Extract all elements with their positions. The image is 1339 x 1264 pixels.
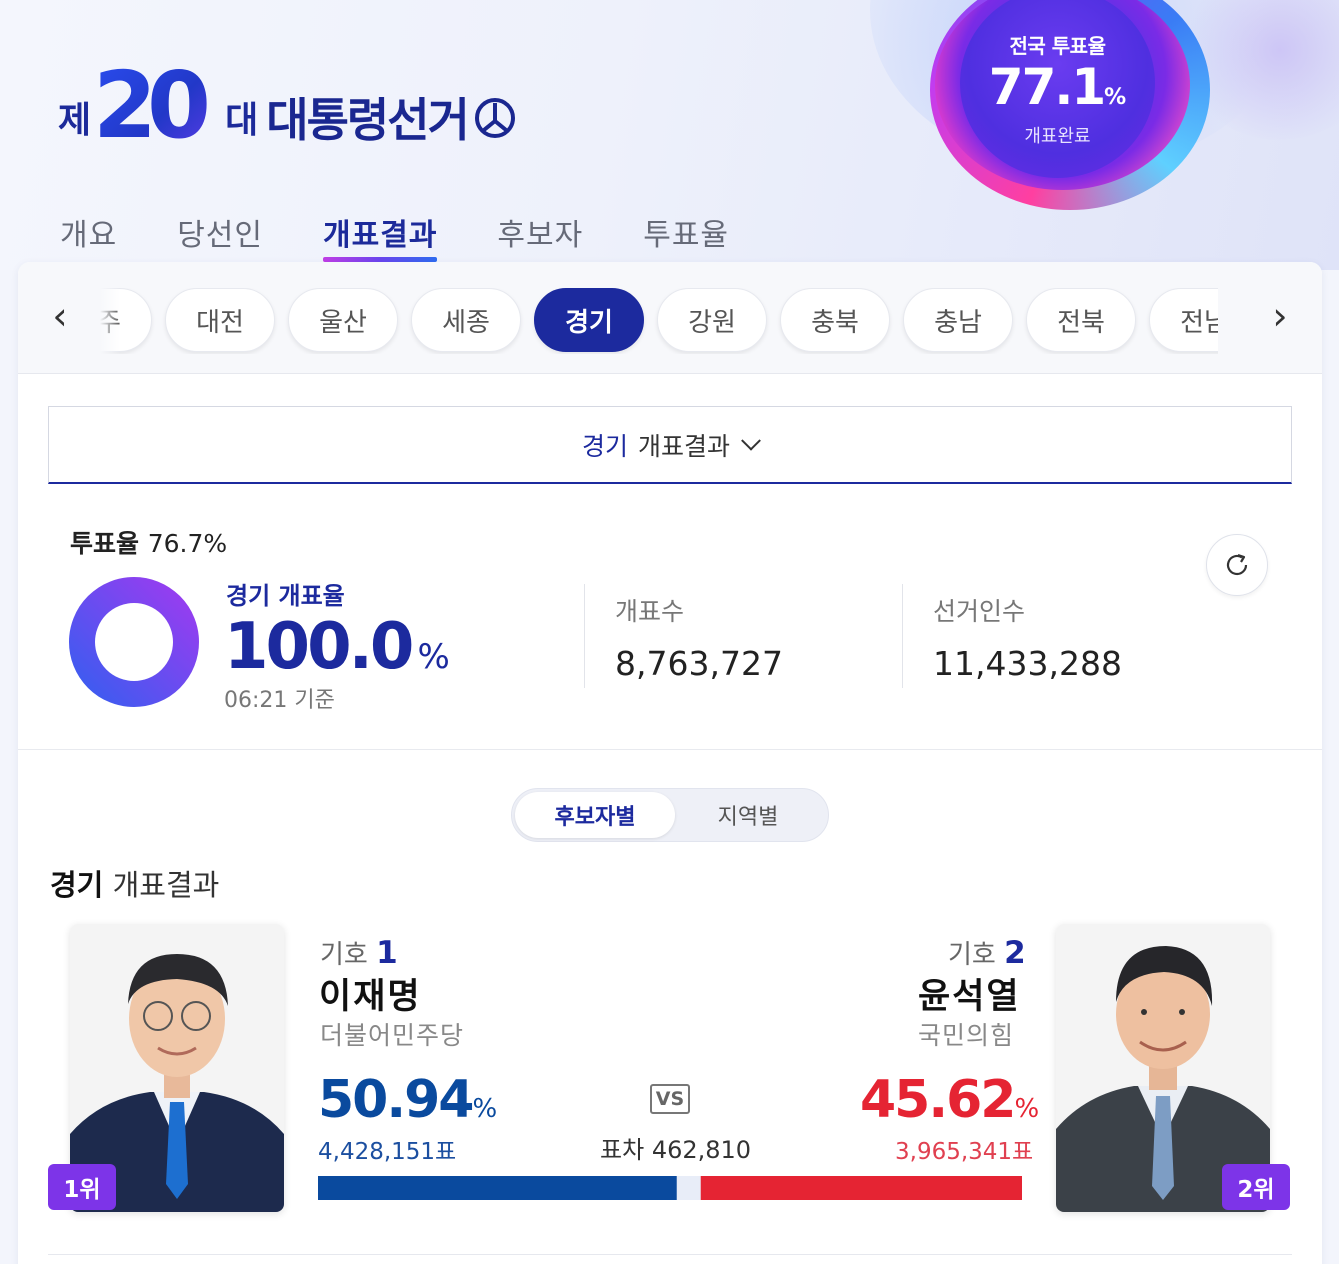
candidate-2-name: 윤석열 bbox=[918, 977, 1021, 1017]
chevron-right-icon[interactable]: › bbox=[1260, 297, 1300, 338]
divider bbox=[902, 584, 903, 688]
electorate-value: 11,433,288 bbox=[933, 644, 1122, 683]
region-chip[interactable]: 울산 bbox=[288, 288, 398, 352]
candidate-1-party: 더불어민주당 bbox=[320, 1021, 465, 1050]
section-divider bbox=[18, 749, 1322, 750]
view-toggle: 후보자별 지역별 bbox=[511, 788, 829, 842]
vote-share-bar bbox=[318, 1176, 1022, 1200]
region-results-dropdown[interactable]: 경기 개표결과 bbox=[48, 406, 1292, 484]
tab-overview[interactable]: 개요 bbox=[60, 210, 117, 262]
candidate-1-votes: 4,428,151표 bbox=[318, 1139, 457, 1165]
region-chip-list: 광주 대전 울산 세종 경기 강원 충북 충남 전북 전남 bbox=[100, 288, 1218, 354]
tab-results[interactable]: 개표결과 bbox=[323, 210, 438, 262]
refresh-icon bbox=[1226, 553, 1248, 576]
count-rate-value: 100.0% bbox=[224, 610, 450, 684]
tab-candidates[interactable]: 후보자 bbox=[497, 210, 583, 262]
counted-label: 개표수 bbox=[615, 597, 685, 626]
svg-text:20: 20 bbox=[93, 59, 207, 145]
logo-prefix: 제 bbox=[58, 100, 92, 141]
tab-turnout[interactable]: 투표율 bbox=[643, 210, 729, 262]
chevron-left-icon[interactable]: ‹ bbox=[40, 297, 80, 338]
refresh-button[interactable] bbox=[1206, 534, 1268, 596]
candidate-2-number: 기호 2 bbox=[948, 935, 1026, 971]
national-turnout-value: 77.1% bbox=[988, 58, 1127, 116]
region-chip[interactable]: 전북 bbox=[1026, 288, 1136, 352]
candidate-2-party: 국민의힘 bbox=[918, 1021, 1015, 1050]
results-heading: 경기 개표결과 bbox=[50, 868, 220, 902]
region-chip-active[interactable]: 경기 bbox=[534, 288, 644, 352]
chevron-down-icon bbox=[741, 430, 761, 451]
rank-badge: 1위 bbox=[48, 1164, 116, 1210]
toggle-by-region[interactable]: 지역별 bbox=[668, 792, 828, 838]
candidate-1-number: 기호 1 bbox=[320, 935, 398, 971]
chip-fade bbox=[100, 288, 120, 354]
count-progress-donut bbox=[69, 577, 199, 707]
divider bbox=[584, 584, 585, 688]
vote-share-bar-candidate-1 bbox=[318, 1176, 677, 1200]
region-chip[interactable]: 대전 bbox=[165, 288, 275, 352]
rank-badge: 2위 bbox=[1222, 1164, 1290, 1210]
region-selector-bar: ‹ 광주 대전 울산 세종 경기 강원 충북 충남 전북 전남 › bbox=[18, 262, 1322, 374]
vote-share-bar-candidate-2 bbox=[700, 1176, 1022, 1200]
region-chip[interactable]: 전남 bbox=[1149, 288, 1218, 352]
count-timestamp: 06:21 기준 bbox=[224, 688, 335, 713]
region-chip[interactable]: 충북 bbox=[780, 288, 890, 352]
logo-number: 20 bbox=[93, 59, 223, 145]
region-chip[interactable]: 세종 bbox=[411, 288, 521, 352]
national-turnout: 전국 투표율 77.1% 개표완료 bbox=[960, 30, 1155, 148]
candidate-1-percent: 50.94% bbox=[318, 1070, 498, 1130]
count-rate-title: 경기 개표율 bbox=[226, 582, 345, 610]
vote-margin: 표차 462,810 bbox=[600, 1136, 752, 1164]
main-tabs: 개요 당선인 개표결과 후보자 투표율 bbox=[60, 210, 789, 262]
electorate-label: 선거인수 bbox=[933, 597, 1026, 626]
counted-value: 8,763,727 bbox=[615, 644, 783, 683]
vs-badge: VS bbox=[650, 1084, 690, 1114]
logo-title: 대통령선거 bbox=[266, 93, 470, 147]
national-turnout-label: 전국 투표율 bbox=[1009, 34, 1106, 58]
section-divider bbox=[48, 1254, 1292, 1255]
tab-winner[interactable]: 당선인 bbox=[177, 210, 263, 262]
candidate-1-name: 이재명 bbox=[319, 977, 422, 1017]
dropdown-label: 개표결과 bbox=[638, 431, 731, 461]
count-progress-arc bbox=[69, 577, 199, 707]
region-chip[interactable]: 강원 bbox=[657, 288, 767, 352]
region-chip[interactable]: 충남 bbox=[903, 288, 1013, 352]
candidate-2-votes: 3,965,341표 bbox=[895, 1139, 1034, 1165]
candidate-2-percent: 45.62% bbox=[860, 1070, 1040, 1130]
region-turnout: 투표율 76.7% bbox=[70, 529, 228, 558]
dropdown-region: 경기 bbox=[581, 431, 628, 461]
results-panel: ‹ 광주 대전 울산 세종 경기 강원 충북 충남 전북 전남 › 경기 개표결… bbox=[18, 262, 1322, 1264]
toggle-by-candidate[interactable]: 후보자별 bbox=[515, 792, 675, 838]
election-logo[interactable]: 제 20 대 대통령선거 bbox=[58, 55, 516, 145]
logo-suffix: 대 bbox=[225, 100, 259, 141]
ballot-mark-icon bbox=[474, 98, 515, 138]
